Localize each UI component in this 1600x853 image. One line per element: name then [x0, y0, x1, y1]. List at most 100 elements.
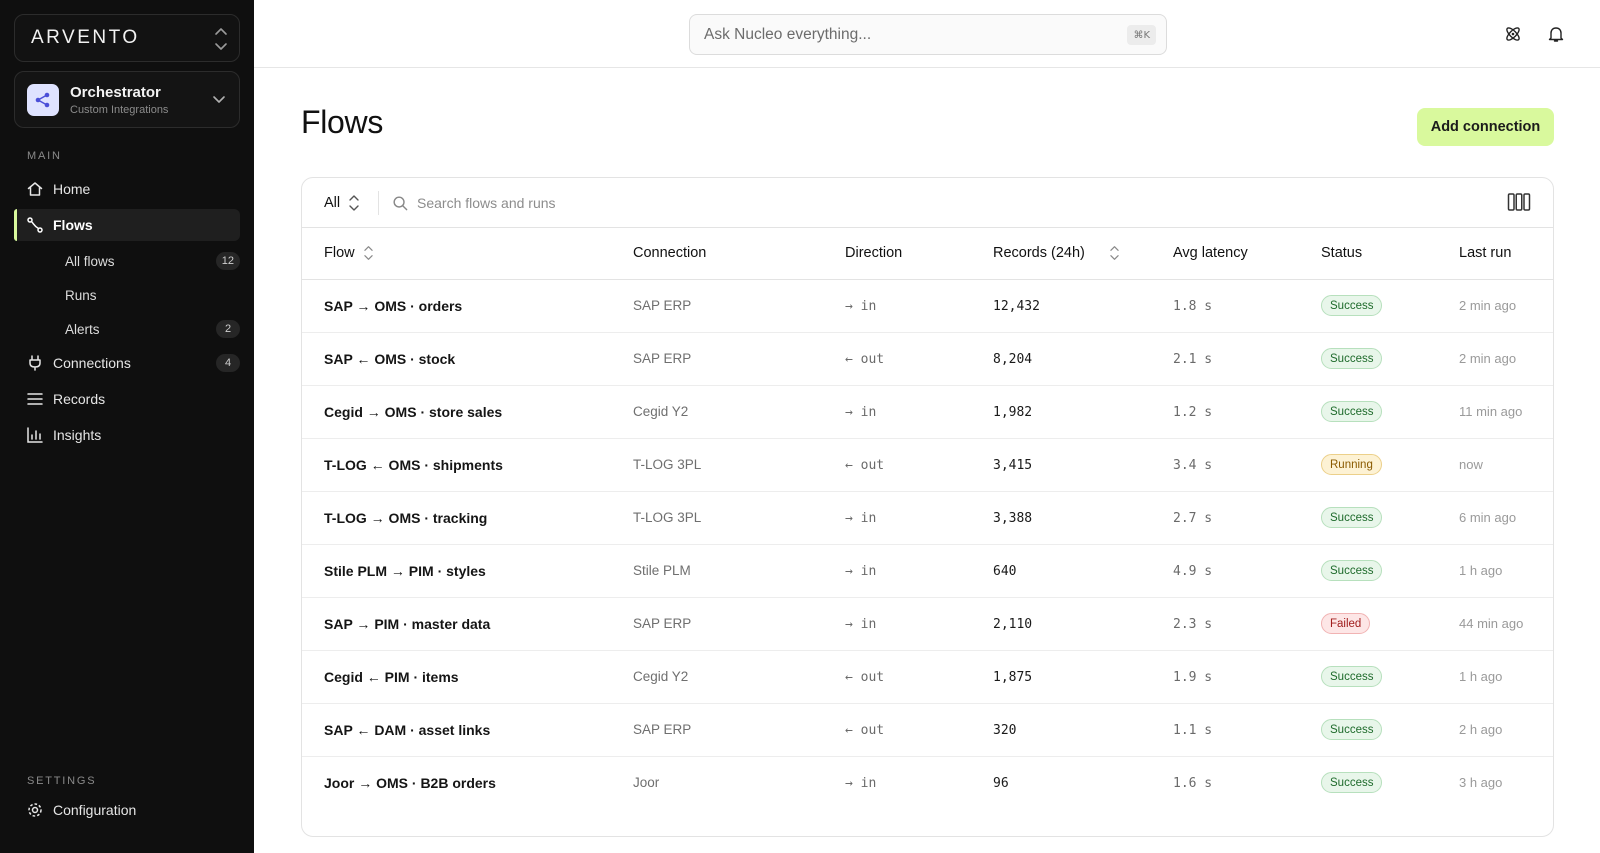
- last-run-value: 2 min ago: [1459, 298, 1517, 313]
- direction-value: ← out: [845, 351, 885, 367]
- table-cell: ← out: [845, 332, 993, 386]
- table-row[interactable]: SAP → PIM · master data SAP ERP → in 2,110 2…: [302, 597, 1553, 651]
- table-row[interactable]: SAP → OMS · orders SAP ERP → in 12,432 1.8 s…: [302, 279, 1553, 333]
- scope-select[interactable]: All: [324, 191, 360, 215]
- add-connection-button[interactable]: Add connection: [1417, 108, 1554, 146]
- table-row[interactable]: T-LOG ← OMS · shipments T-LOG 3PL ← out 3,4…: [302, 438, 1553, 492]
- brand-switcher[interactable]: ARVENTO: [14, 14, 240, 62]
- records-value: 12,432: [993, 298, 1040, 314]
- records-value: 3,415: [993, 457, 1033, 473]
- sidebar-item-connections[interactable]: Connections 4: [14, 347, 240, 379]
- latency-value: 1.2 s: [1173, 404, 1213, 420]
- records-value: 3,388: [993, 510, 1033, 526]
- bell-icon[interactable]: [1544, 22, 1568, 46]
- table-cell: 320: [993, 703, 1173, 757]
- home-icon: [26, 180, 44, 198]
- table-cell: 8,204: [993, 332, 1173, 386]
- table-row[interactable]: T-LOG → OMS · tracking T-LOG 3PL → in 3,388…: [302, 491, 1553, 545]
- column-header-flow[interactable]: Flow: [302, 228, 633, 280]
- status-badge: Success: [1321, 719, 1383, 740]
- connection-name: SAP ERP: [633, 616, 692, 631]
- sidebar-item-label: Records: [53, 391, 106, 407]
- flow-name: T-LOG → OMS · tracking: [324, 509, 488, 526]
- table-cell: Failed: [1321, 597, 1459, 651]
- sidebar-item-records[interactable]: Records: [14, 383, 240, 415]
- flow-name: SAP → OMS · orders: [324, 297, 463, 314]
- table-row[interactable]: Joor → OMS · B2B orders Joor → in 96 1.6 s Su…: [302, 756, 1553, 809]
- status-badge: Success: [1321, 401, 1383, 422]
- sort-icon: [1109, 244, 1120, 262]
- keyboard-shortcut: ⌘K: [1127, 25, 1156, 45]
- table-cell: 6 min ago: [1459, 491, 1553, 545]
- ask-placeholder: Ask Nucleo everything...: [704, 25, 872, 43]
- column-header-connection[interactable]: Connection: [633, 228, 845, 280]
- sidebar-subitem-alerts[interactable]: Alerts 2: [52, 315, 240, 343]
- gear-icon: [26, 801, 44, 819]
- list-icon: [26, 390, 44, 408]
- last-run-value: 1 h ago: [1459, 563, 1503, 578]
- table-cell: SAP ERP: [633, 703, 845, 757]
- status-badge: Success: [1321, 560, 1383, 581]
- flows-icon: [26, 216, 44, 234]
- table-row[interactable]: SAP ← OMS · stock SAP ERP ← out 8,204 2.1 s S…: [302, 332, 1553, 386]
- sidebar-item-insights[interactable]: Insights: [14, 419, 240, 451]
- last-run-value: 3 h ago: [1459, 775, 1503, 791]
- sidebar-item-configuration[interactable]: Configuration: [14, 794, 240, 826]
- table-row[interactable]: SAP ← DAM · asset links SAP ERP ← out 320 1.…: [302, 703, 1553, 757]
- sidebar-subitem-runs[interactable]: Runs: [52, 281, 240, 309]
- last-run-value: 2 min ago: [1459, 351, 1517, 366]
- table-cell: ← out: [845, 703, 993, 757]
- sidebar-item-flows[interactable]: Flows: [14, 209, 240, 241]
- sidebar-item-label: Configuration: [53, 802, 137, 818]
- column-header-direction[interactable]: Direction: [845, 228, 993, 280]
- search-field[interactable]: [392, 191, 717, 215]
- table-cell: 1 h ago: [1459, 544, 1553, 598]
- table-cell: 4.9 s: [1173, 544, 1321, 598]
- sidebar-item-label: Home: [53, 181, 91, 197]
- table-cell: 2.1 s: [1173, 332, 1321, 386]
- direction-value: → in: [845, 510, 877, 526]
- column-header-latency[interactable]: Avg latency: [1173, 228, 1321, 280]
- columns-button[interactable]: [1507, 191, 1531, 213]
- table-cell: 2 min ago: [1459, 279, 1553, 333]
- table-cell: 12,432: [993, 279, 1173, 333]
- status-badge: Running: [1321, 454, 1382, 475]
- records-value: 8,204: [993, 351, 1033, 367]
- sidebar-item-home[interactable]: Home: [14, 173, 240, 205]
- search-input[interactable]: [417, 195, 717, 211]
- records-value: 2,110: [993, 616, 1033, 632]
- table-row[interactable]: Stile PLM → PIM · styles Stile PLM → in 640…: [302, 544, 1553, 598]
- bar-chart-icon: [26, 426, 44, 444]
- last-run-value: 44 min ago: [1459, 616, 1524, 631]
- table-cell: T-LOG 3PL: [633, 491, 845, 545]
- table-row[interactable]: Cegid ← PIM · items Cegid Y2 ← out 1,875 1.9…: [302, 650, 1553, 704]
- status-badge: Success: [1321, 507, 1383, 528]
- column-label: Flow: [324, 245, 355, 262]
- status-badge: Failed: [1321, 613, 1371, 634]
- sidebar-item-label: Insights: [53, 427, 102, 443]
- table-cell: → in: [845, 385, 993, 439]
- ask-assistant-input[interactable]: Ask Nucleo everything... ⌘K: [689, 14, 1167, 55]
- table-row[interactable]: Cegid → OMS · store sales Cegid Y2 → in 1,9…: [302, 385, 1553, 439]
- table-cell: Success: [1321, 756, 1459, 809]
- top-bar: Ask Nucleo everything... ⌘K: [254, 0, 1600, 68]
- atom-icon[interactable]: [1501, 22, 1525, 46]
- table-cell: 1.9 s: [1173, 650, 1321, 704]
- connection-name: SAP ERP: [633, 722, 692, 737]
- search-icon: [393, 195, 408, 210]
- column-header-records[interactable]: Records (24h): [993, 228, 1173, 280]
- sidebar-subitem-all-flows[interactable]: All flows 12: [52, 247, 240, 275]
- table-cell: SAP ← DAM · asset links: [302, 703, 633, 757]
- flow-name: SAP → PIM · master data: [324, 615, 491, 632]
- connection-name: Cegid Y2: [633, 404, 689, 419]
- table-cell: T-LOG → OMS · tracking: [302, 491, 633, 545]
- table-cell: Cegid → OMS · store sales: [302, 385, 633, 439]
- latency-value: 1.9 s: [1173, 669, 1213, 685]
- column-header-status[interactable]: Status: [1321, 228, 1459, 280]
- column-header-last-run[interactable]: Last run: [1459, 228, 1553, 280]
- table-cell: SAP ERP: [633, 279, 845, 333]
- count-badge: 4: [216, 354, 240, 372]
- workspace-switcher[interactable]: Orchestrator Custom Integrations: [14, 71, 240, 128]
- table-cell: 3.4 s: [1173, 438, 1321, 492]
- table-cell: 11 min ago: [1459, 385, 1553, 439]
